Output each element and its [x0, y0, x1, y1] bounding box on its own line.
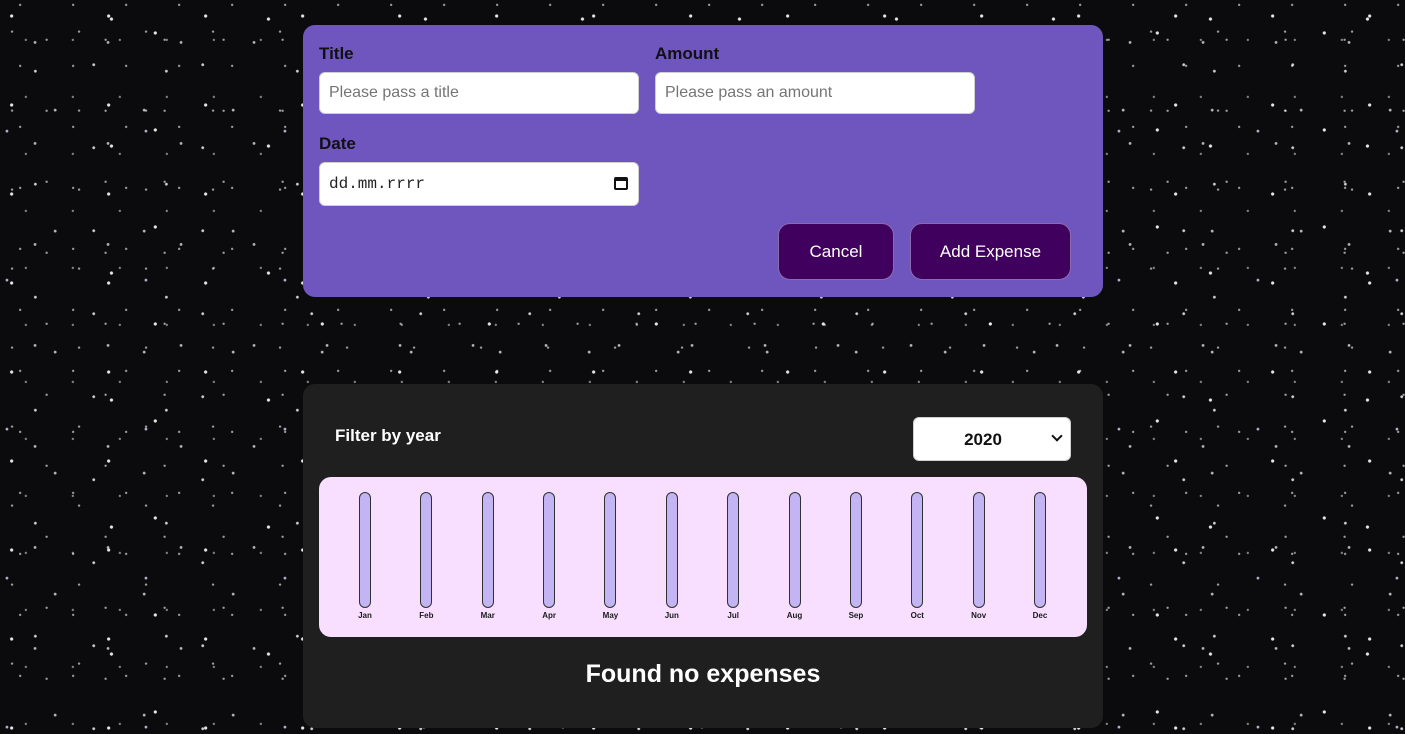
chart-bar-label: Jul: [727, 611, 739, 620]
expenses-panel: Filter by year 2020 Jan Feb Mar Apr May Jun Ju…: [303, 384, 1103, 728]
chart-bar-label: Oct: [910, 611, 924, 620]
title-label: Title: [319, 44, 354, 63]
chart-bar-label: Jan: [358, 611, 372, 620]
chart-bar-track: [788, 492, 801, 608]
chart-bar-track: [359, 492, 371, 608]
chart-bar-track: [849, 492, 862, 608]
chart-bar-label: Feb: [419, 611, 434, 620]
new-expense-form: Title Amount Date dd.mm.rrrr Cancel Add …: [303, 25, 1103, 297]
chart-bar-dec: Dec: [1025, 492, 1055, 620]
chart-bar-track: [727, 492, 740, 608]
chart-bar-track: [911, 492, 924, 608]
chart-bar-jan: Jan: [350, 492, 380, 620]
chart-bar-track: [1034, 492, 1046, 608]
chart-bar-oct: Oct: [902, 492, 932, 620]
amount-control: Amount: [655, 44, 975, 114]
calendar-icon[interactable]: [614, 177, 628, 190]
year-select[interactable]: 2020: [913, 417, 1071, 461]
date-input[interactable]: dd.mm.rrrr: [319, 162, 639, 206]
chart-bar-label: Nov: [971, 611, 987, 620]
chart-bar-label: Mar: [480, 611, 495, 620]
expenses-chart: Jan Feb Mar Apr May Jun Jul Aug Sep Oct Nov Dec: [319, 477, 1087, 637]
chart-bar-track: [665, 492, 678, 608]
chart-bar-track: [420, 492, 433, 608]
chart-bar-aug: Aug: [780, 492, 810, 620]
selected-year: 2020: [964, 430, 1002, 449]
chart-bar-jun: Jun: [657, 492, 687, 620]
chart-bar-track: [972, 492, 985, 608]
date-format-text: dd.mm.rrrr: [329, 175, 426, 193]
chart-bar-label: Aug: [786, 611, 803, 620]
chevron-down-icon: [1051, 430, 1063, 442]
amount-label: Amount: [655, 44, 720, 63]
chart-bar-mar: Mar: [473, 492, 503, 620]
date-control: Date dd.mm.rrrr: [319, 134, 639, 206]
chart-bar-may: May: [595, 492, 625, 620]
chart-bar-track: [543, 492, 556, 608]
amount-input[interactable]: [655, 72, 975, 114]
date-label: Date: [319, 134, 356, 153]
chart-bar-nov: Nov: [964, 492, 994, 620]
add-expense-button[interactable]: Add Expense: [910, 223, 1071, 280]
chart-bar-label: Jun: [664, 611, 679, 620]
chart-bar-label: Apr: [542, 611, 556, 620]
title-control: Title: [319, 44, 639, 114]
chart-bar-label: Dec: [1032, 611, 1048, 620]
chart-bar-label: May: [602, 611, 619, 620]
chart-bar-track: [604, 492, 617, 608]
cancel-button[interactable]: Cancel: [778, 223, 894, 280]
chart-bar-jul: Jul: [718, 492, 748, 620]
empty-message: Found no expenses: [585, 660, 821, 688]
chart-bar-sep: Sep: [841, 492, 871, 620]
chart-bar-apr: Apr: [534, 492, 564, 620]
chart-bar-label: Sep: [848, 611, 864, 620]
title-input[interactable]: [319, 72, 639, 114]
chart-bar-track: [481, 492, 494, 608]
filter-label: Filter by year: [335, 426, 441, 445]
chart-bar-feb: Feb: [411, 492, 441, 620]
